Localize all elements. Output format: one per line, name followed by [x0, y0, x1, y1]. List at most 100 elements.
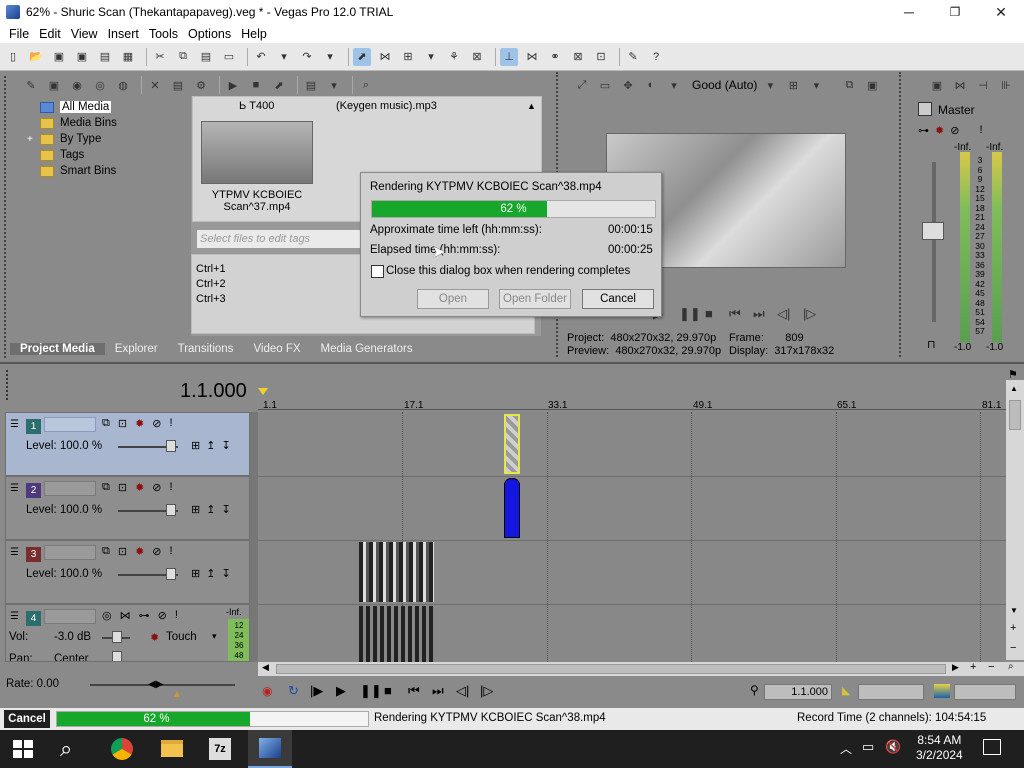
capture-video-icon[interactable]: ▣	[45, 76, 63, 94]
level-slider-knob[interactable]	[166, 504, 176, 516]
scroll-up-icon[interactable]: ▲	[1010, 384, 1018, 393]
track-list-splitter[interactable]	[250, 412, 258, 662]
volume-icon[interactable]: 🔇	[885, 739, 901, 755]
redo-dropdown-icon[interactable]: ▾	[321, 48, 339, 66]
network-icon[interactable]: ▭	[862, 739, 874, 755]
track-name-field[interactable]	[44, 481, 96, 496]
new-icon[interactable]: ▯	[4, 48, 22, 66]
cursor-position-field[interactable]: 1.1.000	[764, 684, 832, 700]
get-media-web-icon[interactable]: ◉	[68, 76, 86, 94]
loop-playback-icon[interactable]: ↻	[288, 683, 299, 699]
level-slider-knob[interactable]	[166, 440, 176, 452]
automation-settings-icon[interactable]: ⊞	[191, 503, 200, 516]
chrome-icon[interactable]	[111, 738, 133, 760]
zoom-out-icon[interactable]: −	[1010, 642, 1016, 654]
track-menu-icon[interactable]: ☰	[10, 611, 19, 622]
cancel-button[interactable]: Cancel	[582, 289, 654, 309]
status-cancel-button[interactable]: Cancel	[4, 710, 50, 728]
media-properties-icon[interactable]: ▤	[169, 76, 187, 94]
zoom-in-icon[interactable]: +	[970, 661, 976, 673]
compositing-mode-icon[interactable]: ⧉	[102, 417, 110, 430]
tree-item-tags[interactable]: Tags	[40, 147, 84, 163]
track-fx-icon[interactable]: ✹	[135, 417, 144, 430]
mute-icon[interactable]: ⊘	[158, 609, 167, 622]
stop-icon[interactable]: ■	[384, 683, 392, 698]
menu-view[interactable]: View	[66, 27, 103, 41]
media-thumbnail[interactable]	[201, 121, 313, 184]
menu-options[interactable]: Options	[183, 27, 236, 41]
tab-video-fx[interactable]: Video FX	[243, 343, 310, 355]
track-fx-icon[interactable]: ✹	[135, 481, 144, 494]
parent-composite-icon[interactable]: ↥	[206, 503, 215, 516]
scroll-down-icon[interactable]: ▼	[1010, 606, 1018, 615]
file-explorer-icon[interactable]	[161, 740, 183, 757]
windows-start-icon[interactable]	[13, 740, 33, 758]
panel-grip[interactable]	[4, 76, 16, 358]
external-monitor-icon[interactable]: ▭	[596, 76, 614, 94]
track-header-4[interactable]: ☰ 4 ◎ ⋈ ⊶ ⊘ ! -Inf. 12 24 36 48 Vol: -3.…	[5, 604, 250, 662]
master-fader[interactable]	[922, 222, 944, 240]
track-name-field[interactable]	[44, 417, 96, 432]
clock[interactable]: 8:54 AM 3/2/2024	[916, 733, 963, 763]
solo-icon[interactable]: !	[175, 609, 178, 622]
go-to-start-icon[interactable]: ⏮	[408, 683, 420, 699]
step-back-icon[interactable]: ◁|	[777, 306, 790, 322]
rate-slider-knob[interactable]: ◀▶	[148, 679, 163, 690]
envelope-tool-icon[interactable]: ⋈	[376, 48, 394, 66]
menu-insert[interactable]: Insert	[103, 27, 144, 41]
search-icon[interactable]: ⌕	[60, 736, 72, 762]
menu-tools[interactable]: Tools	[144, 27, 183, 41]
pan-slider-knob[interactable]	[112, 651, 122, 661]
mute-icon[interactable]: ⊘	[152, 417, 161, 430]
automation-icon[interactable]: ⊶	[918, 124, 929, 137]
media-plugins-icon[interactable]: ⚙	[192, 76, 210, 94]
scroll-up-icon[interactable]: ▲	[527, 101, 536, 111]
undo-icon[interactable]: ↶	[252, 48, 270, 66]
zoom-in-icon[interactable]: +	[1010, 622, 1016, 634]
zoom-tool-icon[interactable]: ⌕	[1008, 661, 1014, 672]
menu-edit[interactable]: Edit	[34, 27, 66, 41]
parent-composite-icon[interactable]: ↥	[206, 439, 215, 452]
scroll-right-icon[interactable]: ▶	[952, 662, 959, 673]
copy-snapshot-icon[interactable]: ⧉	[840, 76, 858, 94]
track-name-field[interactable]	[44, 545, 96, 560]
automation-settings-icon[interactable]: ⊞	[191, 439, 200, 452]
pause-icon[interactable]: ❚❚	[679, 306, 701, 322]
maximize-button[interactable]: ❐	[932, 0, 978, 24]
menu-file[interactable]: File	[4, 27, 34, 41]
panel-grip[interactable]	[6, 370, 8, 400]
split-dropdown-icon[interactable]: ▾	[665, 76, 683, 94]
mute-icon[interactable]: ⊘	[152, 545, 161, 558]
parent-composite-icon[interactable]: ↥	[206, 567, 215, 580]
snapshot-icon[interactable]	[934, 684, 950, 698]
import-media-icon[interactable]: ✎	[22, 76, 40, 94]
pause-icon[interactable]: ❚❚	[360, 683, 382, 699]
step-forward-icon[interactable]: |▷	[803, 306, 816, 322]
motion-icon[interactable]: ⊡	[118, 417, 127, 430]
automation-dropdown-icon[interactable]: ▾	[212, 631, 217, 642]
play-icon[interactable]: ▶	[336, 683, 346, 699]
timeline-vertical-scrollbar[interactable]: ▲ ▼ + −	[1006, 380, 1024, 660]
views-dropdown-icon[interactable]: ▾	[325, 76, 343, 94]
open-button[interactable]: Open	[417, 289, 489, 309]
master-fx-icon[interactable]: ✹	[935, 124, 944, 137]
mute-icon[interactable]: ⊘	[950, 124, 959, 137]
track-header-2[interactable]: ☰ 2 ⧉ ⊡ ✹ ⊘ ! Level: 100.0 % ⊞ ↥ ↧	[5, 476, 250, 540]
solo-icon[interactable]: !	[170, 481, 173, 494]
track-header-3[interactable]: ☰ 3 ⧉ ⊡ ✹ ⊘ ! Level: 100.0 % ⊞ ↥ ↧	[5, 540, 250, 604]
preview-properties-icon[interactable]: ⤢	[573, 76, 591, 94]
vegas-taskbar-button[interactable]	[248, 730, 292, 768]
solo-icon[interactable]: !	[170, 545, 173, 558]
remove-media-icon[interactable]: ✕	[146, 76, 164, 94]
preview-quality-select[interactable]: Good (Auto)	[692, 78, 757, 92]
record-icon[interactable]: ◉	[262, 684, 272, 698]
automation-settings-icon[interactable]: ⊞	[191, 567, 200, 580]
delete-icon[interactable]: ▭	[220, 48, 238, 66]
auto-crossfade-icon[interactable]: ⋈	[523, 48, 541, 66]
tree-item-media-bins[interactable]: Media Bins	[40, 115, 117, 131]
show-hidden-icons[interactable]: ︿	[840, 740, 852, 757]
scroll-left-icon[interactable]: ◀	[262, 662, 269, 673]
play-from-start-icon[interactable]: |▶	[310, 683, 323, 699]
prev-frame-icon[interactable]: ⏮	[729, 306, 741, 322]
tree-item-by-type[interactable]: By Type	[40, 131, 101, 147]
